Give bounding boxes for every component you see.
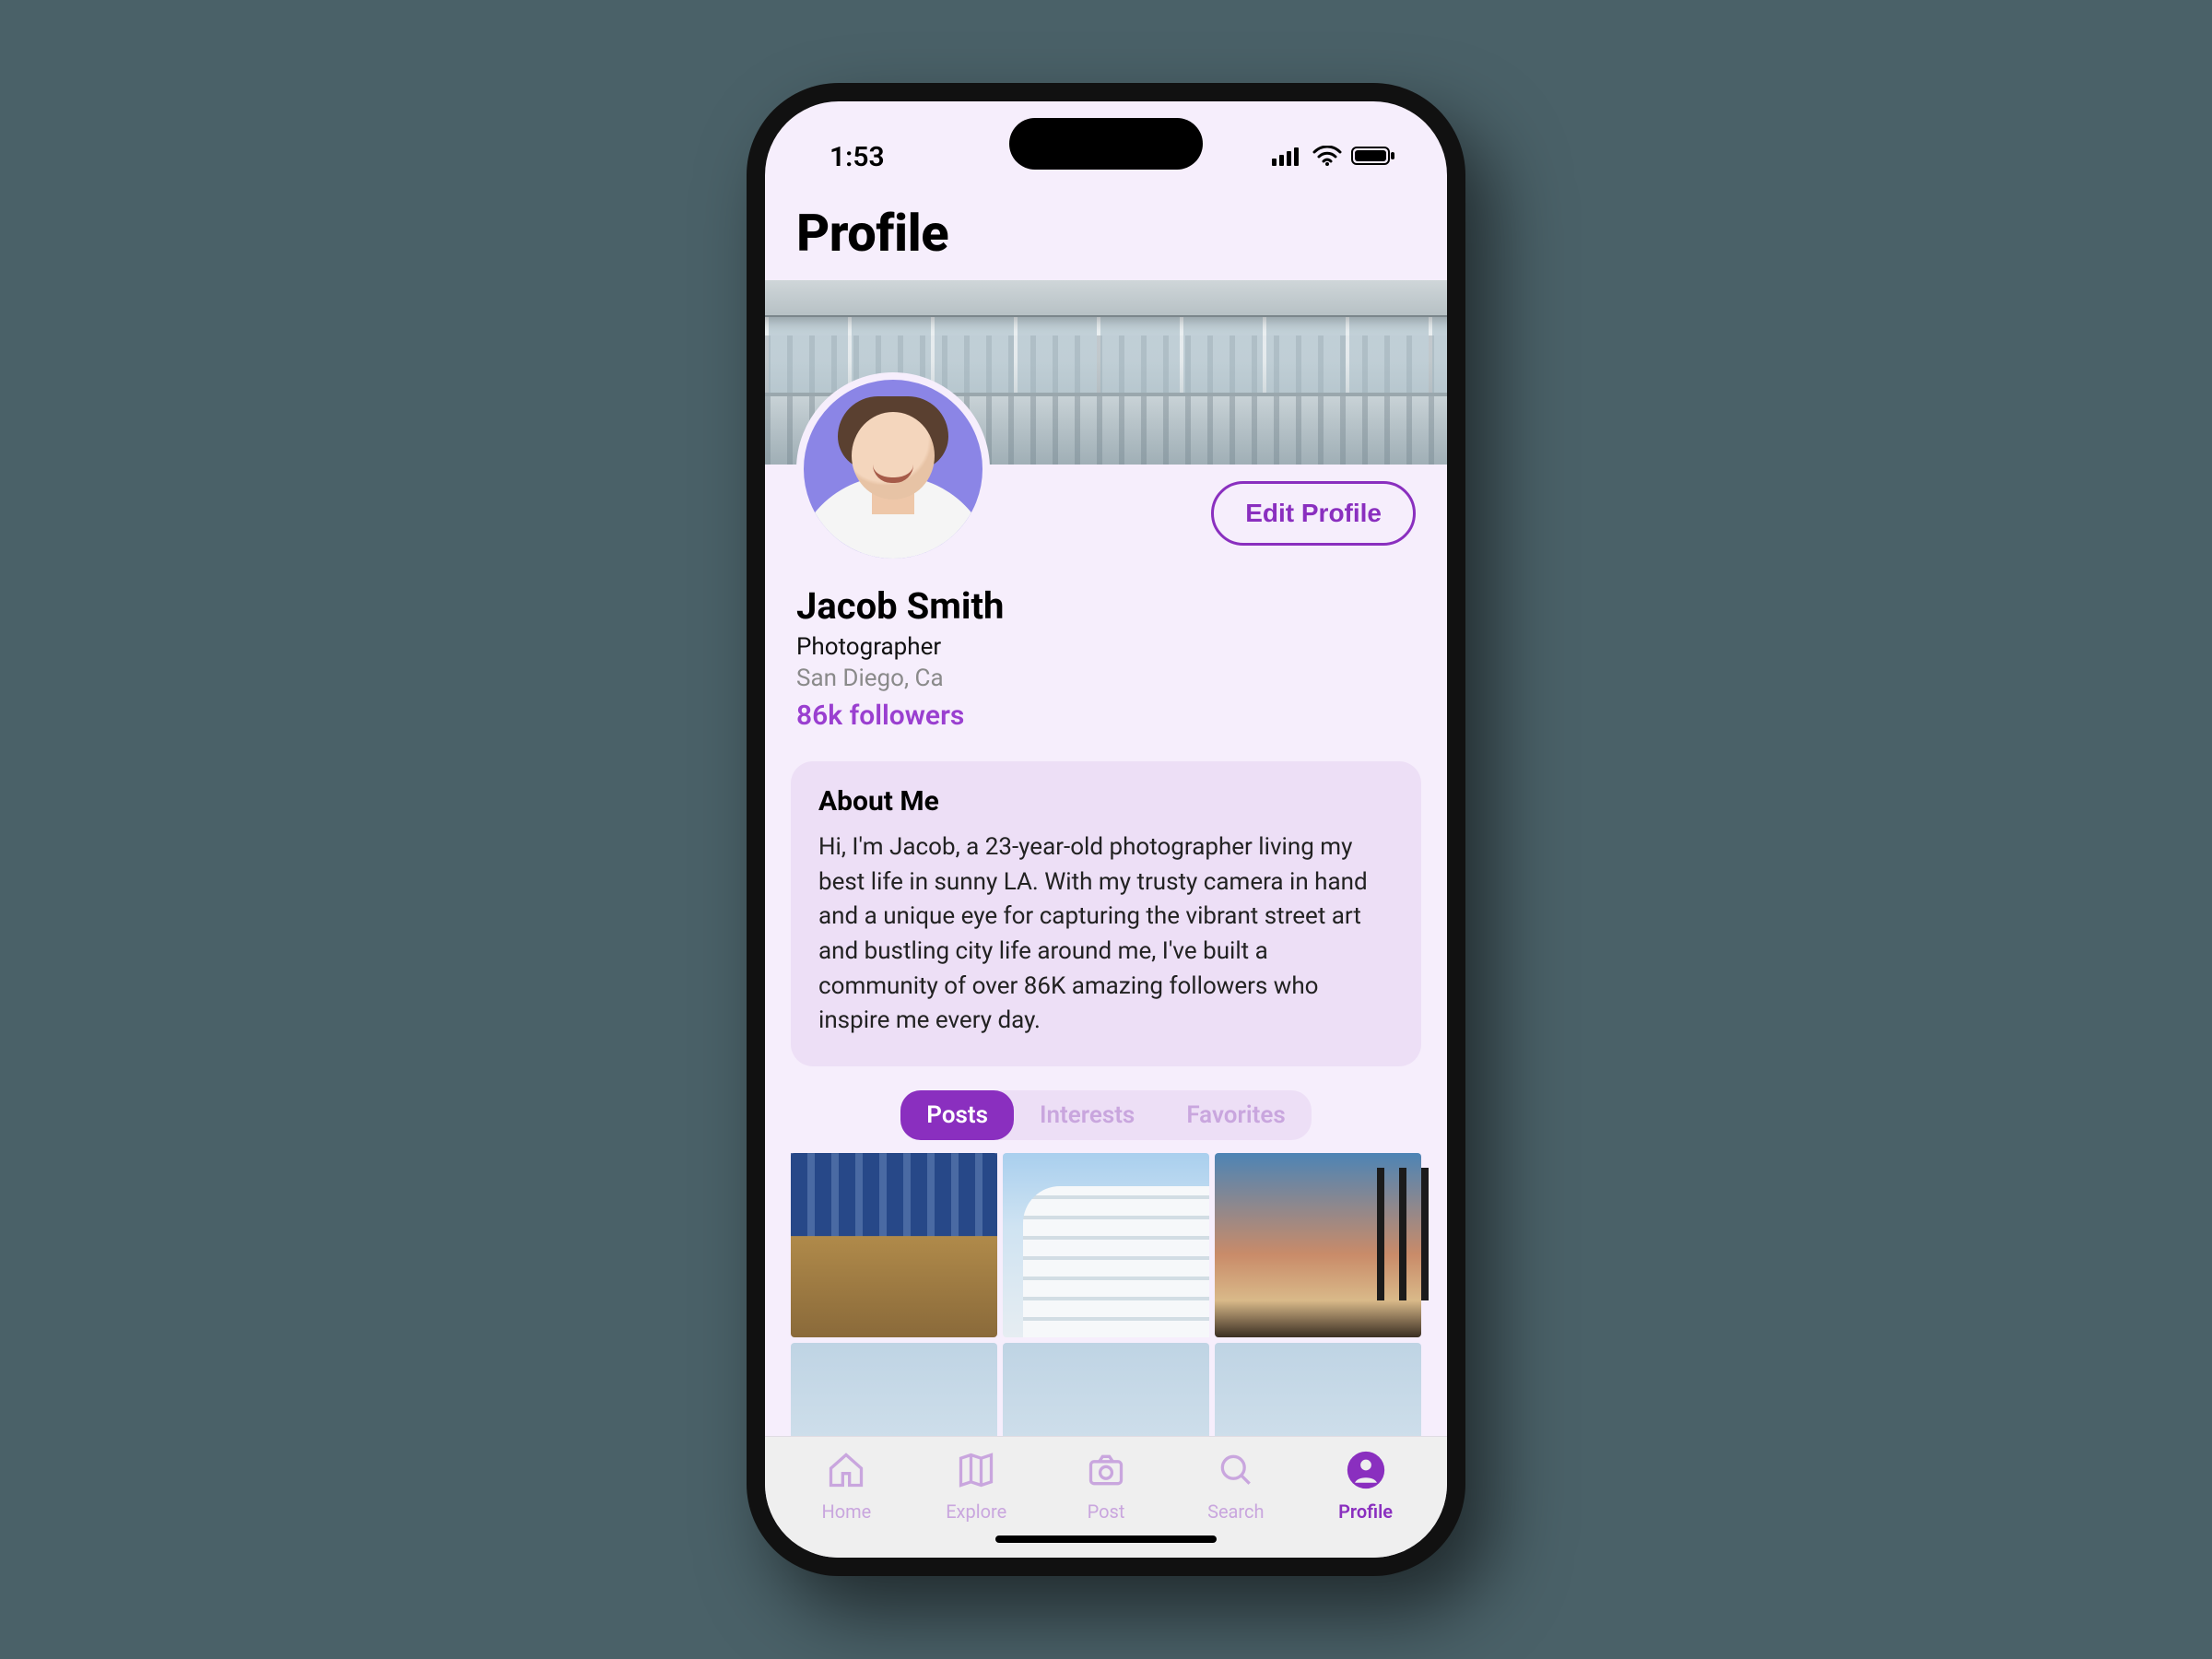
cellular-signal-icon	[1272, 141, 1303, 173]
about-card: About Me Hi, I'm Jacob, a 23-year-old ph…	[791, 761, 1421, 1066]
post-thumbnail[interactable]	[1003, 1343, 1209, 1436]
followers-count[interactable]: 86k followers	[796, 700, 1416, 732]
profile-role: Photographer	[796, 633, 1416, 661]
nav-label: Explore	[946, 1500, 1006, 1523]
edit-profile-button[interactable]: Edit Profile	[1211, 481, 1416, 546]
nav-post[interactable]: Post	[1055, 1450, 1157, 1523]
app-screen: 1:53 Profile	[765, 101, 1447, 1558]
person-icon	[1346, 1450, 1386, 1495]
wifi-icon	[1312, 141, 1342, 173]
post-thumbnail[interactable]	[1215, 1343, 1421, 1436]
post-thumbnail[interactable]	[1215, 1153, 1421, 1337]
phone-frame: 1:53 Profile	[747, 83, 1465, 1576]
profile-tabs: Posts Interests Favorites	[900, 1090, 1311, 1140]
profile-location: San Diego, Ca	[796, 665, 1416, 692]
nav-label: Home	[821, 1500, 871, 1523]
post-thumbnail[interactable]	[791, 1343, 997, 1436]
about-body: Hi, I'm Jacob, a 23-year-old photographe…	[818, 830, 1394, 1039]
nav-profile[interactable]: Profile	[1315, 1450, 1417, 1523]
battery-icon	[1351, 141, 1395, 173]
status-time: 1:53	[830, 141, 885, 173]
nav-label: Post	[1088, 1500, 1125, 1523]
home-icon	[826, 1450, 866, 1495]
nav-explore[interactable]: Explore	[925, 1450, 1027, 1523]
posts-grid	[765, 1153, 1447, 1436]
page-title: Profile	[765, 194, 1447, 280]
avatar[interactable]	[796, 372, 990, 566]
identity-block: Jacob Smith Photographer San Diego, Ca 8…	[765, 575, 1447, 748]
profile-name: Jacob Smith	[796, 584, 1416, 628]
search-icon	[1216, 1450, 1256, 1495]
tab-favorites[interactable]: Favorites	[1160, 1090, 1311, 1140]
tab-posts[interactable]: Posts	[900, 1090, 1014, 1140]
dynamic-island	[1009, 118, 1203, 170]
avatar-row: Edit Profile	[765, 465, 1447, 575]
nav-search[interactable]: Search	[1185, 1450, 1287, 1523]
camera-icon	[1086, 1450, 1126, 1495]
nav-home[interactable]: Home	[795, 1450, 897, 1523]
tab-interests[interactable]: Interests	[1014, 1090, 1160, 1140]
post-thumbnail[interactable]	[1003, 1153, 1209, 1337]
status-right	[1272, 141, 1395, 173]
map-icon	[956, 1450, 996, 1495]
nav-label: Search	[1207, 1500, 1264, 1523]
nav-label: Profile	[1338, 1500, 1393, 1523]
about-heading: About Me	[818, 785, 1394, 818]
home-indicator[interactable]	[995, 1535, 1217, 1543]
post-thumbnail[interactable]	[791, 1153, 997, 1337]
